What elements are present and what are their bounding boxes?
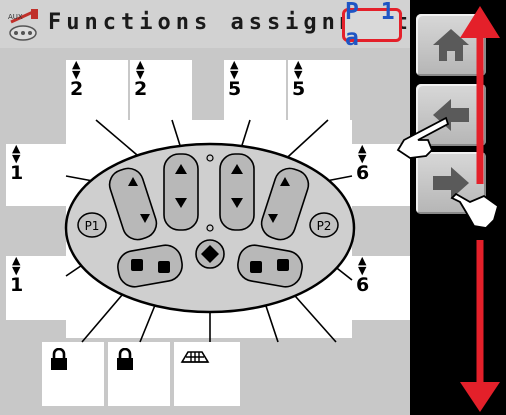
home-icon [433,29,469,61]
functions-assignment-screen: AUX Functions assignment P 1 a ▲ ▼ 2 ▲ ▼… [0,0,506,415]
home-button[interactable] [416,14,486,76]
previous-button[interactable] [416,84,486,146]
rocker-switch-2[interactable] [163,153,199,231]
arrow-left-icon [433,99,469,131]
next-button[interactable] [416,152,486,214]
arrow-right-icon [433,167,469,199]
title-bar: AUX Functions assignment P 1 a [0,0,410,51]
rocker-switch-3[interactable] [219,153,255,231]
assignment-area: ▲ ▼ 2 ▲ ▼ 2 ▲ ▼ 5 ▲ ▼ 5 ▲ ▼ 1 ▲ ▼ 1 ▲ ▼ 6 [0,48,410,415]
center-button[interactable] [195,239,225,269]
joystick-diagram: P1 P2 [64,119,356,343]
page-code-badge: P 1 a [342,0,402,51]
p2-label: P2 [317,219,332,233]
aux-sprayer-icon: AUX [6,8,40,42]
svg-text:AUX: AUX [8,13,23,21]
p1-label: P1 [85,219,100,233]
